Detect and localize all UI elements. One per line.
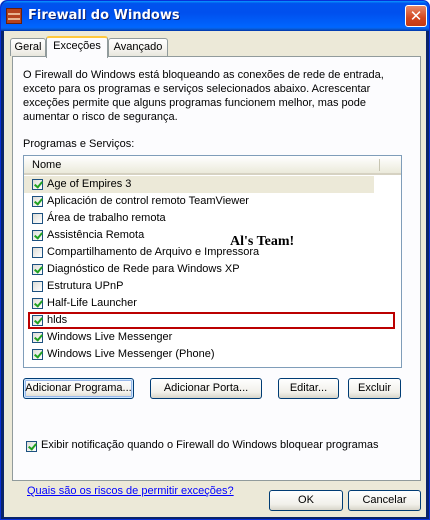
annotation-text: Al's Team!	[230, 234, 295, 249]
ok-button[interactable]: OK	[269, 490, 343, 511]
list-item-label: Assistência Remota	[47, 229, 145, 241]
exceptions-panel: O Firewall do Windows está bloqueando as…	[12, 56, 421, 497]
list-item-label: Diagnóstico de Rede para Windows XP	[47, 263, 240, 275]
tab-geral[interactable]: Geral	[10, 38, 46, 56]
list-item-label: hlds	[47, 314, 68, 326]
delete-button[interactable]: Excluir	[348, 378, 401, 399]
list-body: Age of Empires 3 Aplicación de control re…	[24, 176, 401, 363]
list-item[interactable]: Estrutura UPnP	[24, 278, 401, 295]
list-item-checkbox[interactable]	[32, 298, 43, 309]
list-item-label: Half-Life Launcher	[47, 297, 137, 309]
list-item-label: Age of Empires 3	[47, 178, 132, 190]
close-button[interactable]: ✕	[405, 5, 427, 27]
list-item[interactable]: Área de trabalho remota	[24, 210, 401, 227]
tab-avancado[interactable]: Avançado	[108, 38, 168, 56]
list-item-checkbox[interactable]	[32, 349, 43, 360]
list-item-label: Windows Live Messenger	[47, 331, 173, 343]
list-item-checkbox[interactable]	[32, 315, 43, 326]
list-item-label: Estrutura UPnP	[47, 280, 124, 292]
firewall-window: Firewall do Windows ✕ Geral Exceções Ava…	[0, 0, 430, 520]
column-header-name[interactable]: Nome	[32, 159, 61, 171]
programs-listbox[interactable]: Nome Age of Empires 3 Aplicación de contr…	[23, 155, 402, 368]
list-item-checkbox[interactable]	[32, 264, 43, 275]
list-item-checkbox[interactable]	[32, 230, 43, 241]
risks-link[interactable]: Quais são os riscos de permitir exceções…	[27, 485, 234, 497]
list-item-checkbox[interactable]	[32, 196, 43, 207]
title-bar[interactable]: Firewall do Windows ✕	[1, 1, 429, 31]
notify-label[interactable]: Exibir notificação quando o Firewall do …	[41, 439, 379, 451]
list-item-label: Área de trabalho remota	[47, 212, 166, 224]
list-item[interactable]: Compartilhamento de Arquivo e Impressora	[24, 244, 401, 261]
list-item-label: Windows Live Messenger (Phone)	[47, 348, 215, 360]
window-title: Firewall do Windows	[28, 8, 180, 23]
list-item-checkbox[interactable]	[32, 332, 43, 343]
notify-checkbox[interactable]	[26, 441, 37, 452]
programs-services-label: Programas e Serviços:	[23, 138, 135, 150]
add-program-button[interactable]: Adicionar Programa...	[23, 378, 134, 399]
firewall-icon	[6, 8, 22, 24]
description-text: O Firewall do Windows está bloqueando as…	[23, 69, 384, 123]
list-item-checkbox[interactable]	[32, 213, 43, 224]
add-port-button[interactable]: Adicionar Porta...	[150, 378, 262, 399]
list-item[interactable]: hlds	[28, 312, 395, 329]
list-item-checkbox[interactable]	[32, 247, 43, 258]
cancel-button[interactable]: Cancelar	[348, 490, 421, 511]
list-header: Nome	[24, 156, 401, 175]
list-item[interactable]: Diagnóstico de Rede para Windows XP	[24, 261, 401, 278]
list-item[interactable]: Assistência Remota	[24, 227, 401, 244]
list-item-label: Compartilhamento de Arquivo e Impressora	[47, 246, 260, 258]
list-item[interactable]: Windows Live Messenger	[24, 329, 401, 346]
list-item-checkbox[interactable]	[32, 281, 43, 292]
list-item[interactable]: Half-Life Launcher	[24, 295, 401, 312]
list-item-checkbox[interactable]	[32, 179, 43, 190]
list-item[interactable]: Age of Empires 3	[24, 176, 374, 193]
edit-button[interactable]: Editar...	[278, 378, 339, 399]
list-item-label: Aplicación de control remoto TeamViewer	[47, 195, 249, 207]
column-separator[interactable]	[379, 159, 380, 171]
tab-excecoes[interactable]: Exceções	[46, 36, 108, 58]
dialog-client-area: Geral Exceções Avançado O Firewall do Wi…	[4, 31, 426, 517]
list-item[interactable]: Windows Live Messenger (Phone)	[24, 346, 401, 363]
list-item[interactable]: Aplicación de control remoto TeamViewer	[24, 193, 401, 210]
